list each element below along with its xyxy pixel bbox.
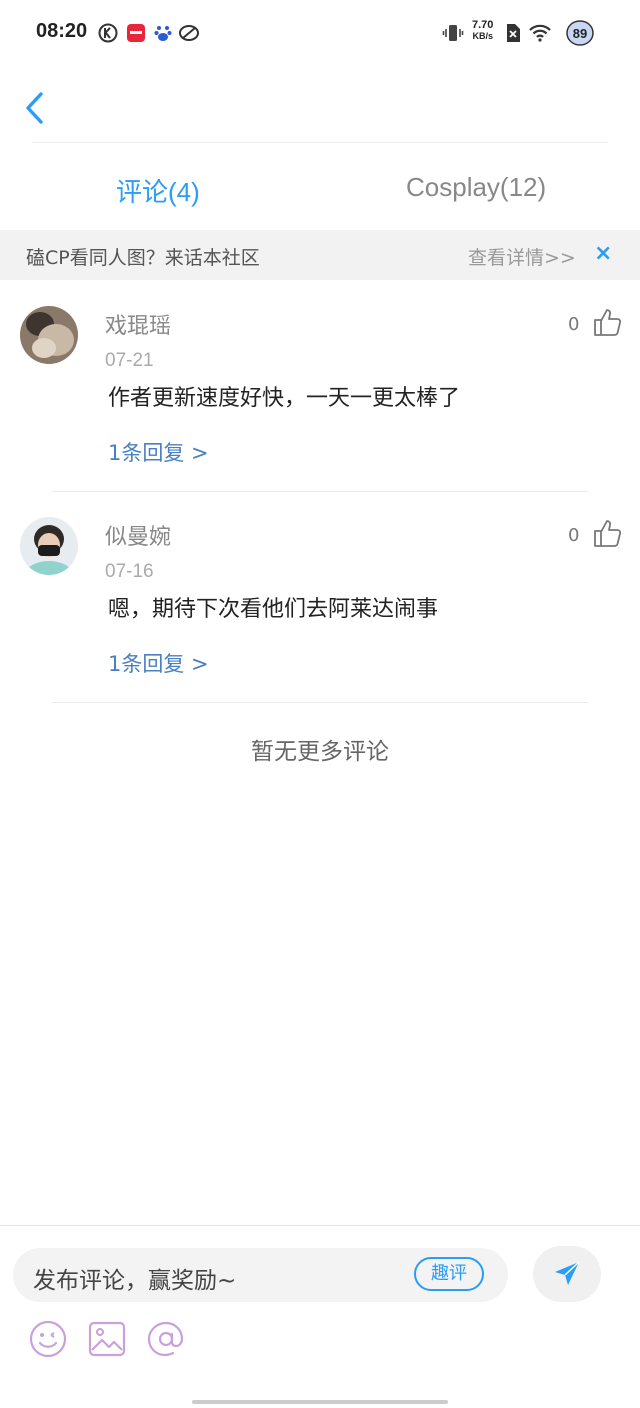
- k-app-icon: [98, 22, 118, 44]
- chevron-left-icon: [26, 92, 43, 124]
- net-speed-unit: KB/s: [472, 31, 493, 41]
- wifi-icon: [528, 22, 552, 44]
- back-button[interactable]: [22, 90, 52, 126]
- comment-replies-link[interactable]: 1条回复 >: [108, 648, 209, 678]
- battery-icon: 89: [562, 18, 598, 48]
- close-icon[interactable]: ×: [594, 241, 612, 266]
- send-icon: [555, 1261, 580, 1285]
- emoji-icon[interactable]: [29, 1320, 67, 1358]
- like-count: 0: [568, 314, 580, 335]
- comment-username[interactable]: 似曼婉: [105, 519, 171, 551]
- send-button[interactable]: [533, 1246, 601, 1302]
- comment-text: 作者更新速度好快，一天一更太棒了: [108, 386, 461, 411]
- comment-divider: [52, 702, 588, 703]
- net-speed-value: 7.70: [472, 19, 494, 31]
- promo-banner-text: 磕CP看同人图？来话本社区: [26, 247, 260, 269]
- comment-date: 07-16: [105, 561, 154, 582]
- comment-text: 嗯，期待下次看他们去阿莱达闹事: [108, 597, 439, 622]
- no-more-comments: 暂无更多评论: [251, 739, 389, 765]
- comment-input-placeholder: 发布评论，赢奖励~: [33, 1268, 237, 1294]
- promo-details-link[interactable]: 查看详情>>: [468, 243, 576, 270]
- tab-comments[interactable]: 评论(4): [116, 172, 200, 209]
- home-indicator[interactable]: [192, 1400, 448, 1404]
- vibrate-icon: [442, 22, 464, 44]
- promo-banner: 磕CP看同人图？来话本社区 查看详情>> ×: [0, 230, 640, 280]
- comment-replies-link[interactable]: 1条回复 >: [108, 437, 209, 467]
- avatar[interactable]: [20, 306, 78, 364]
- comment-username[interactable]: 戏琨瑶: [105, 308, 171, 340]
- comment-input[interactable]: 发布评论，赢奖励~ 趣评: [13, 1248, 508, 1302]
- status-time: 08:20: [36, 20, 88, 42]
- swirl-app-icon: [178, 22, 200, 44]
- compose-bar: 发布评论，赢奖励~ 趣评: [0, 1225, 640, 1408]
- like-count: 0: [568, 525, 580, 546]
- comment-date: 07-21: [105, 350, 154, 371]
- xiaohongshu-app-icon: [126, 22, 146, 44]
- tab-cosplay[interactable]: Cosplay(12): [406, 172, 546, 203]
- header-divider: [32, 142, 608, 143]
- comment-item: 戏琨瑶 07-21 作者更新速度好快，一天一更太棒了 1条回复 > 0: [0, 280, 640, 490]
- avatar[interactable]: [20, 517, 78, 575]
- fun-comment-button[interactable]: 趣评: [414, 1257, 484, 1291]
- no-sim-icon: [505, 22, 521, 44]
- thumbs-up-icon[interactable]: [592, 306, 624, 338]
- mention-icon[interactable]: [146, 1320, 184, 1358]
- thumbs-up-icon[interactable]: [592, 517, 624, 549]
- image-icon[interactable]: [88, 1320, 126, 1358]
- network-speed: 7.70 KB/s: [472, 20, 493, 42]
- battery-level: 89: [572, 25, 588, 41]
- comment-item: 似曼婉 07-16 嗯，期待下次看他们去阿莱达闹事 1条回复 > 0: [0, 491, 640, 701]
- baidu-app-icon: [154, 22, 172, 44]
- tab-bar: 评论(4) Cosplay(12): [0, 160, 640, 220]
- status-bar: 08:20 7.70 KB/s 89: [0, 0, 640, 68]
